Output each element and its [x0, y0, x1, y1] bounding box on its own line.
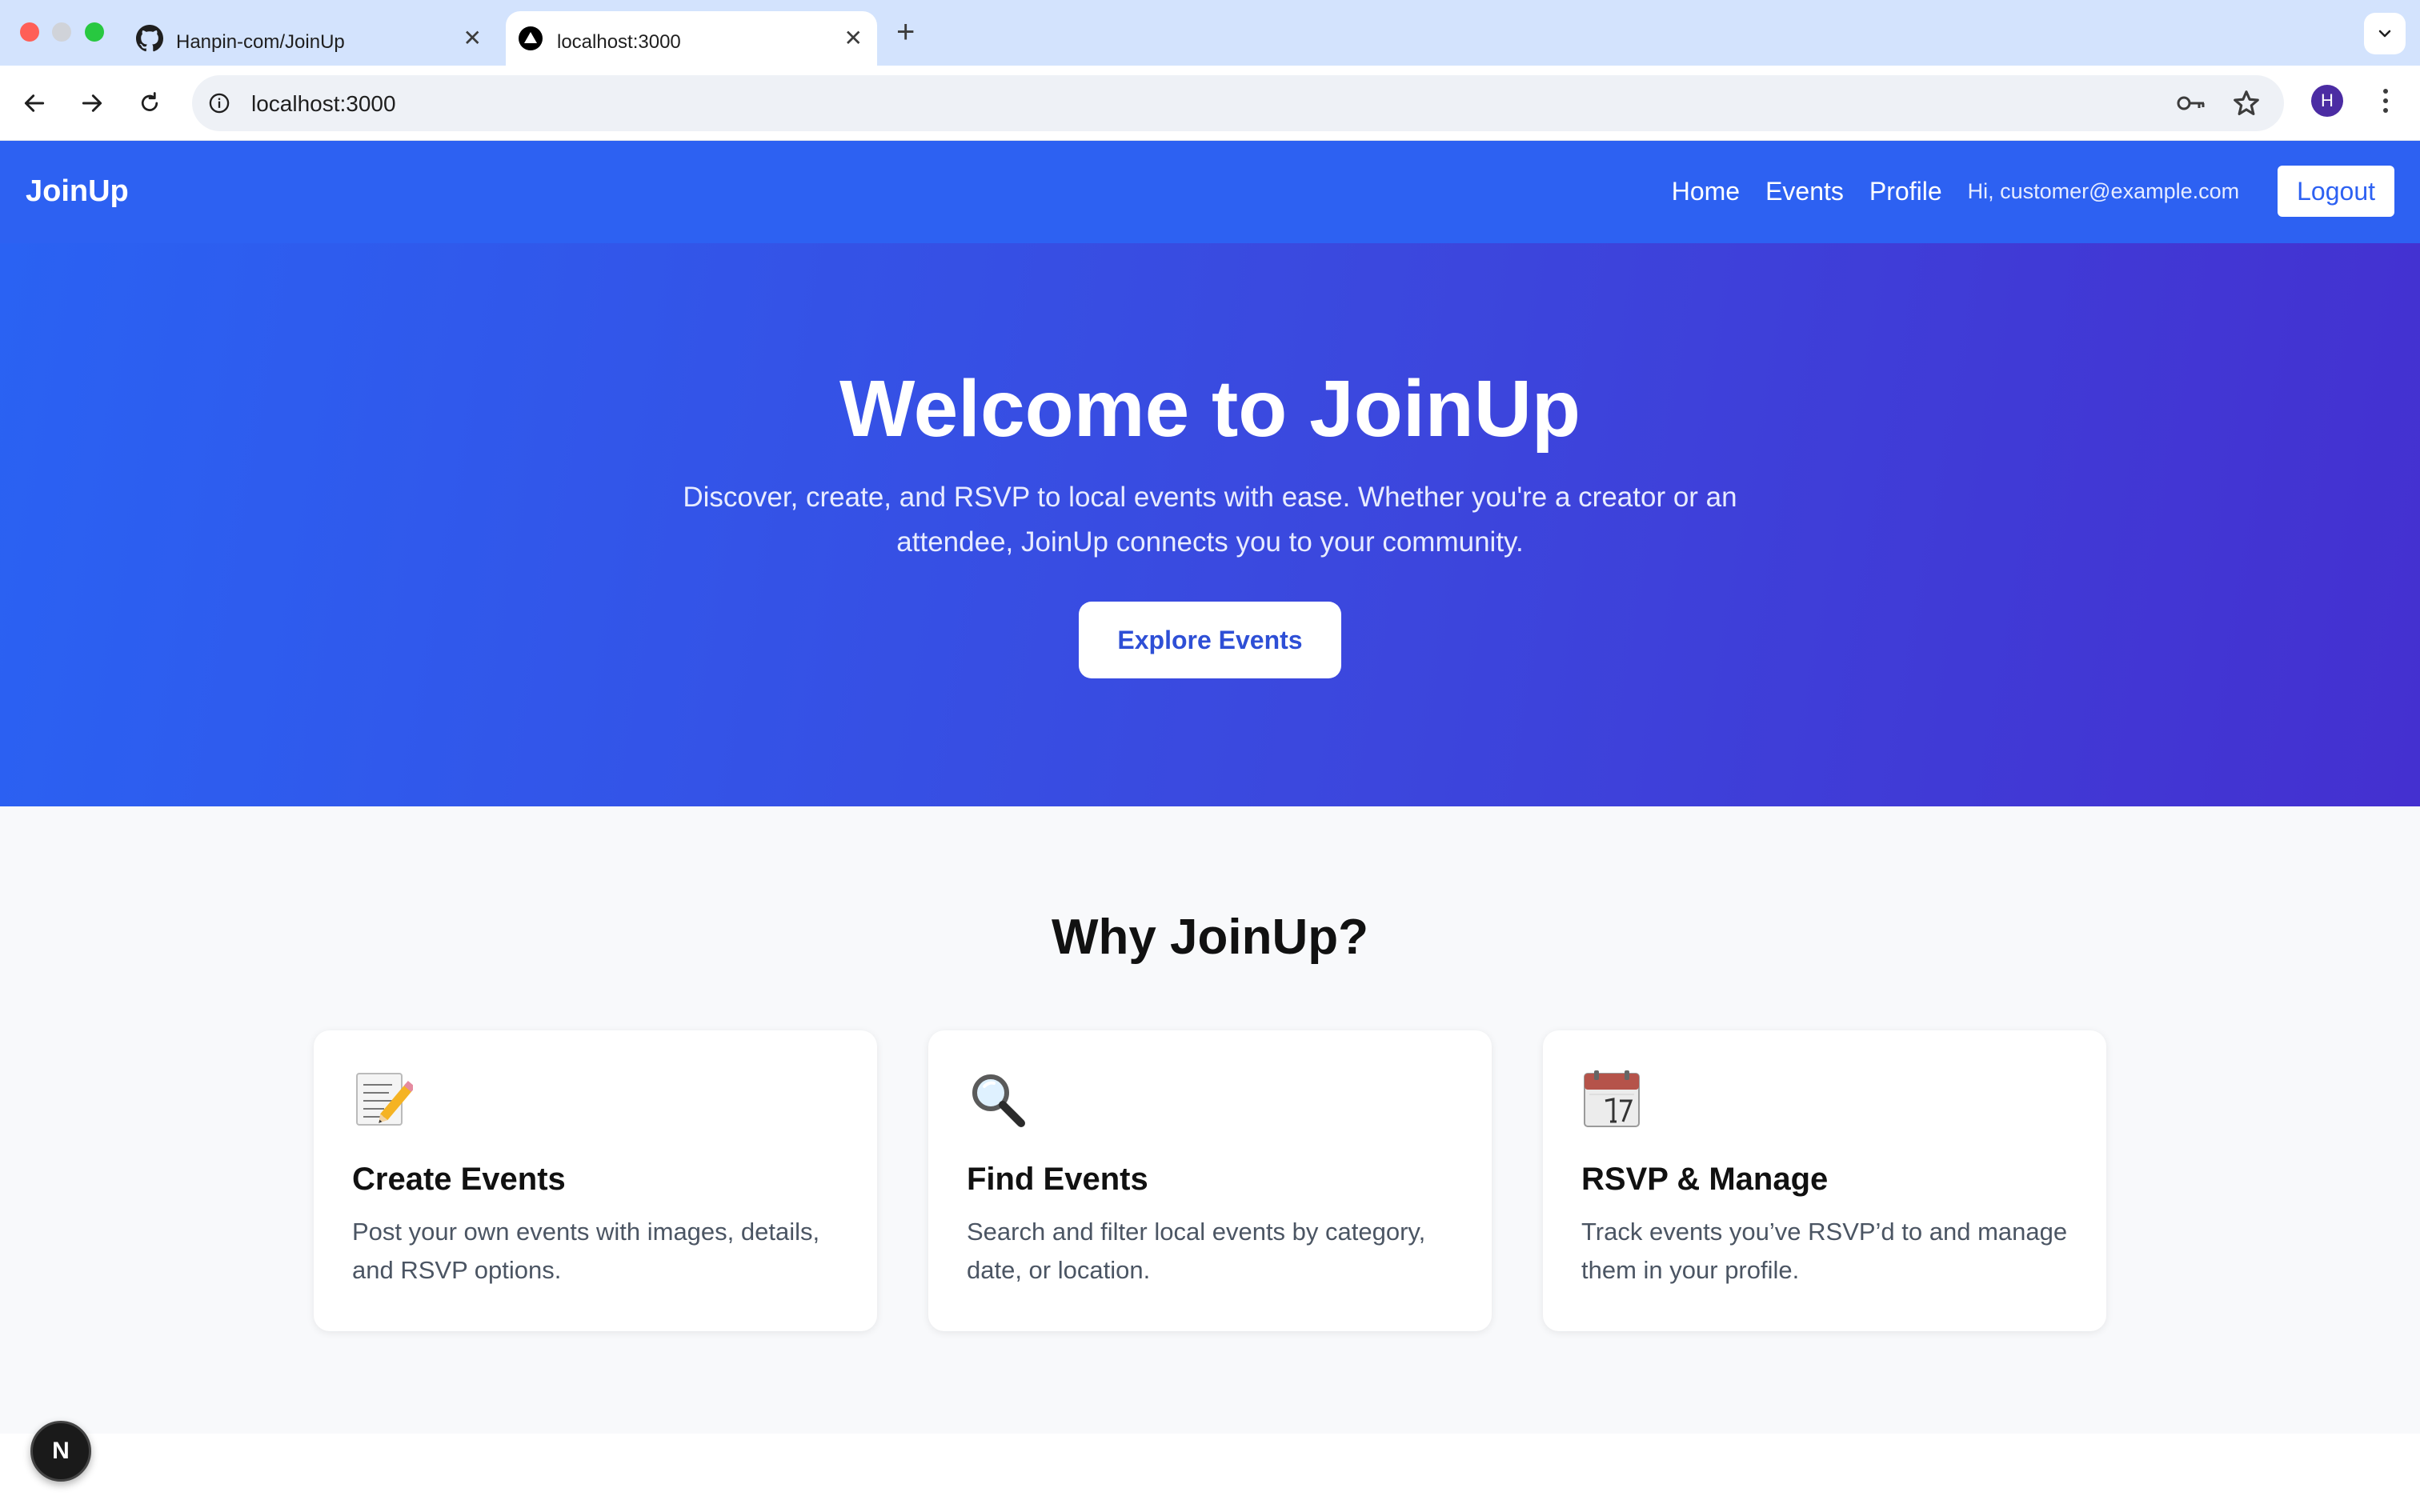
chevron-down-icon [2378, 30, 2391, 38]
hero-section: Welcome to JoinUp Discover, create, and … [0, 243, 2420, 806]
maximize-window-button[interactable] [85, 22, 104, 42]
hero-subtitle: Discover, create, and RSVP to local even… [683, 482, 1737, 558]
browser-tabstrip: Hanpin-com/JoinUp ✕ localhost:3000 ✕ + [0, 0, 2420, 66]
features-section: Why JoinUp? Create Events Post your own … [0, 806, 2420, 1434]
calendar-icon [1584, 1070, 1640, 1127]
logout-button[interactable]: Logout [2278, 166, 2394, 217]
profile-avatar[interactable]: H [2311, 85, 2343, 117]
arrow-left-icon [24, 94, 45, 112]
tab-search-button[interactable] [2364, 13, 2406, 54]
address-bar[interactable]: localhost:3000 [192, 75, 2284, 131]
feature-description: Track events you’ve RSVP’d to and manage… [1581, 1218, 2068, 1284]
feature-title: RSVP & Manage [1581, 1162, 1829, 1197]
memo-icon [356, 1073, 413, 1126]
new-tab-button[interactable]: + [896, 14, 915, 50]
reload-icon [141, 92, 158, 111]
feature-title: Find Events [967, 1162, 1148, 1197]
feature-card-create: Create Events Post your own events with … [314, 1030, 877, 1331]
more-menu-icon[interactable] [2374, 83, 2398, 118]
feature-card-find: Find Events Search and filter local even… [928, 1030, 1492, 1331]
tab-title: Hanpin-com/JoinUp [176, 31, 345, 53]
nav-links: Home Events Profile Hi, customer@example… [1646, 166, 2394, 217]
close-tab-icon[interactable]: ✕ [463, 27, 482, 50]
site-navbar: JoinUp Home Events Profile Hi, customer@… [0, 141, 2420, 243]
user-greeting: Hi, customer@example.com [1967, 178, 2240, 203]
browser-toolbar: localhost:3000 [0, 66, 2420, 141]
close-window-button[interactable] [20, 22, 39, 42]
github-icon [136, 25, 163, 52]
explore-events-button[interactable]: Explore Events [1079, 602, 1341, 678]
feature-description: Search and filter local events by catego… [967, 1218, 1426, 1284]
forward-button[interactable] [75, 86, 109, 120]
feature-card-rsvp: RSVP & Manage Track events you’ve RSVP’d… [1543, 1030, 2106, 1331]
site-info-icon[interactable] [208, 92, 230, 114]
arrow-right-icon [82, 94, 102, 112]
minimize-window-button[interactable] [52, 22, 71, 42]
reload-button[interactable] [133, 86, 166, 120]
tab-localhost[interactable]: localhost:3000 ✕ [506, 11, 877, 66]
tab-github[interactable]: Hanpin-com/JoinUp ✕ [128, 11, 496, 66]
nav-link-events[interactable]: Events [1765, 177, 1844, 206]
url-text[interactable]: localhost:3000 [251, 91, 396, 117]
nextjs-dev-tools-button[interactable]: N [30, 1421, 91, 1482]
back-button[interactable] [18, 86, 51, 120]
page-viewport: JoinUp Home Events Profile Hi, customer@… [0, 141, 2420, 1512]
nextjs-icon [519, 26, 543, 50]
magnifier-icon [972, 1074, 1025, 1127]
nav-link-profile[interactable]: Profile [1869, 177, 1942, 206]
features-heading: Why JoinUp? [1051, 910, 1369, 965]
bookmark-star-icon[interactable] [2231, 88, 2262, 118]
tab-title: localhost:3000 [557, 31, 681, 53]
feature-description: Post your own events with images, detail… [352, 1218, 820, 1284]
close-tab-icon[interactable]: ✕ [844, 27, 863, 50]
nav-link-home[interactable]: Home [1672, 177, 1740, 206]
brand-logo[interactable]: JoinUp [26, 174, 129, 209]
password-key-icon[interactable] [2175, 91, 2207, 115]
feature-title: Create Events [352, 1162, 566, 1197]
hero-title: Welcome to JoinUp [839, 364, 1581, 454]
